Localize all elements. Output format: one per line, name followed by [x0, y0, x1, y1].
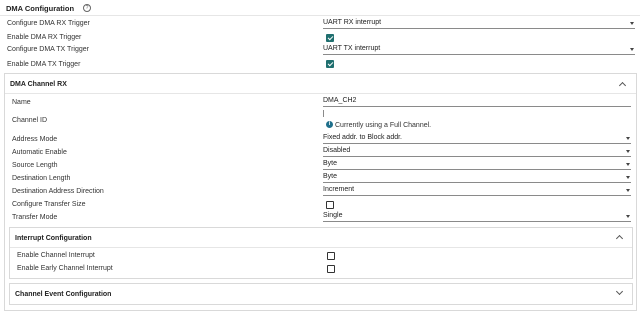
chevron-down-icon: [626, 137, 630, 140]
enable-tx-trigger-checkbox[interactable]: [326, 60, 334, 68]
source-length-value: Byte: [323, 160, 338, 167]
enable-rx-trigger-checkbox[interactable]: [326, 34, 334, 42]
enable-channel-interrupt-checkbox[interactable]: [327, 252, 335, 260]
destination-length-label: Destination Length: [12, 175, 71, 182]
tx-trigger-label: Configure DMA TX Trigger: [7, 46, 89, 53]
transfer-mode-label: Transfer Mode: [12, 214, 58, 221]
chevron-down-icon: [626, 215, 630, 218]
enable-early-interrupt-checkbox[interactable]: [327, 265, 335, 273]
chevron-down-icon: [626, 189, 630, 192]
tx-trigger-select[interactable]: UART TX interrupt: [323, 45, 635, 55]
destination-length-select[interactable]: Byte: [323, 173, 631, 183]
chevron-down-icon: [626, 150, 630, 153]
chevron-down-icon: [626, 163, 630, 166]
address-mode-label: Address Mode: [12, 136, 58, 143]
channel-rx-divider: [5, 93, 636, 94]
header-divider: [0, 15, 640, 16]
interrupt-config-divider: [10, 247, 632, 248]
enable-channel-interrupt-label: Enable Channel Interrupt: [17, 252, 95, 259]
source-length-select[interactable]: Byte: [323, 160, 631, 170]
rx-trigger-value: UART RX interrupt: [323, 19, 382, 26]
source-length-label: Source Length: [12, 162, 58, 169]
enable-tx-trigger-label: Enable DMA TX Trigger: [7, 61, 81, 68]
automatic-enable-label: Automatic Enable: [12, 149, 67, 156]
configure-transfer-size-label: Configure Transfer Size: [12, 201, 86, 208]
channel-id-info-text: Currently using a Full Channel.: [335, 122, 432, 129]
channel-id-label: Channel ID: [12, 117, 48, 124]
name-input[interactable]: DMA_CH2: [323, 97, 631, 107]
name-label: Name: [12, 99, 31, 106]
help-icon[interactable]: ?: [83, 4, 91, 12]
transfer-mode-value: Single: [323, 212, 343, 219]
rx-trigger-select[interactable]: UART RX interrupt: [323, 19, 635, 29]
channel-event-title: Channel Event Configuration: [15, 291, 112, 298]
rx-trigger-label: Configure DMA RX Trigger: [7, 20, 90, 27]
interrupt-config-title: Interrupt Configuration: [15, 235, 92, 242]
configure-transfer-size-checkbox[interactable]: [326, 201, 334, 209]
chevron-down-icon: [626, 176, 630, 179]
chevron-down-icon: [630, 22, 634, 25]
channel-rx-title: DMA Channel RX: [10, 81, 67, 88]
info-icon: i: [326, 121, 333, 128]
name-value: DMA_CH2: [323, 97, 357, 104]
address-mode-select[interactable]: Fixed addr. to Block addr.: [323, 134, 631, 144]
tx-trigger-value: UART TX interrupt: [323, 45, 381, 52]
channel-id-input[interactable]: [323, 110, 324, 117]
destination-length-value: Byte: [323, 173, 338, 180]
automatic-enable-select[interactable]: Disabled: [323, 147, 631, 157]
destination-direction-label: Destination Address Direction: [12, 188, 104, 195]
dma-config-title: DMA Configuration: [6, 4, 75, 13]
enable-early-interrupt-label: Enable Early Channel Interrupt: [17, 265, 113, 272]
automatic-enable-value: Disabled: [323, 147, 351, 154]
destination-direction-value: Increment: [323, 186, 355, 193]
transfer-mode-select[interactable]: Single: [323, 212, 631, 222]
enable-rx-trigger-label: Enable DMA RX Trigger: [7, 34, 82, 41]
chevron-down-icon: [630, 48, 634, 51]
address-mode-value: Fixed addr. to Block addr.: [323, 134, 402, 141]
destination-direction-select[interactable]: Increment: [323, 186, 631, 196]
